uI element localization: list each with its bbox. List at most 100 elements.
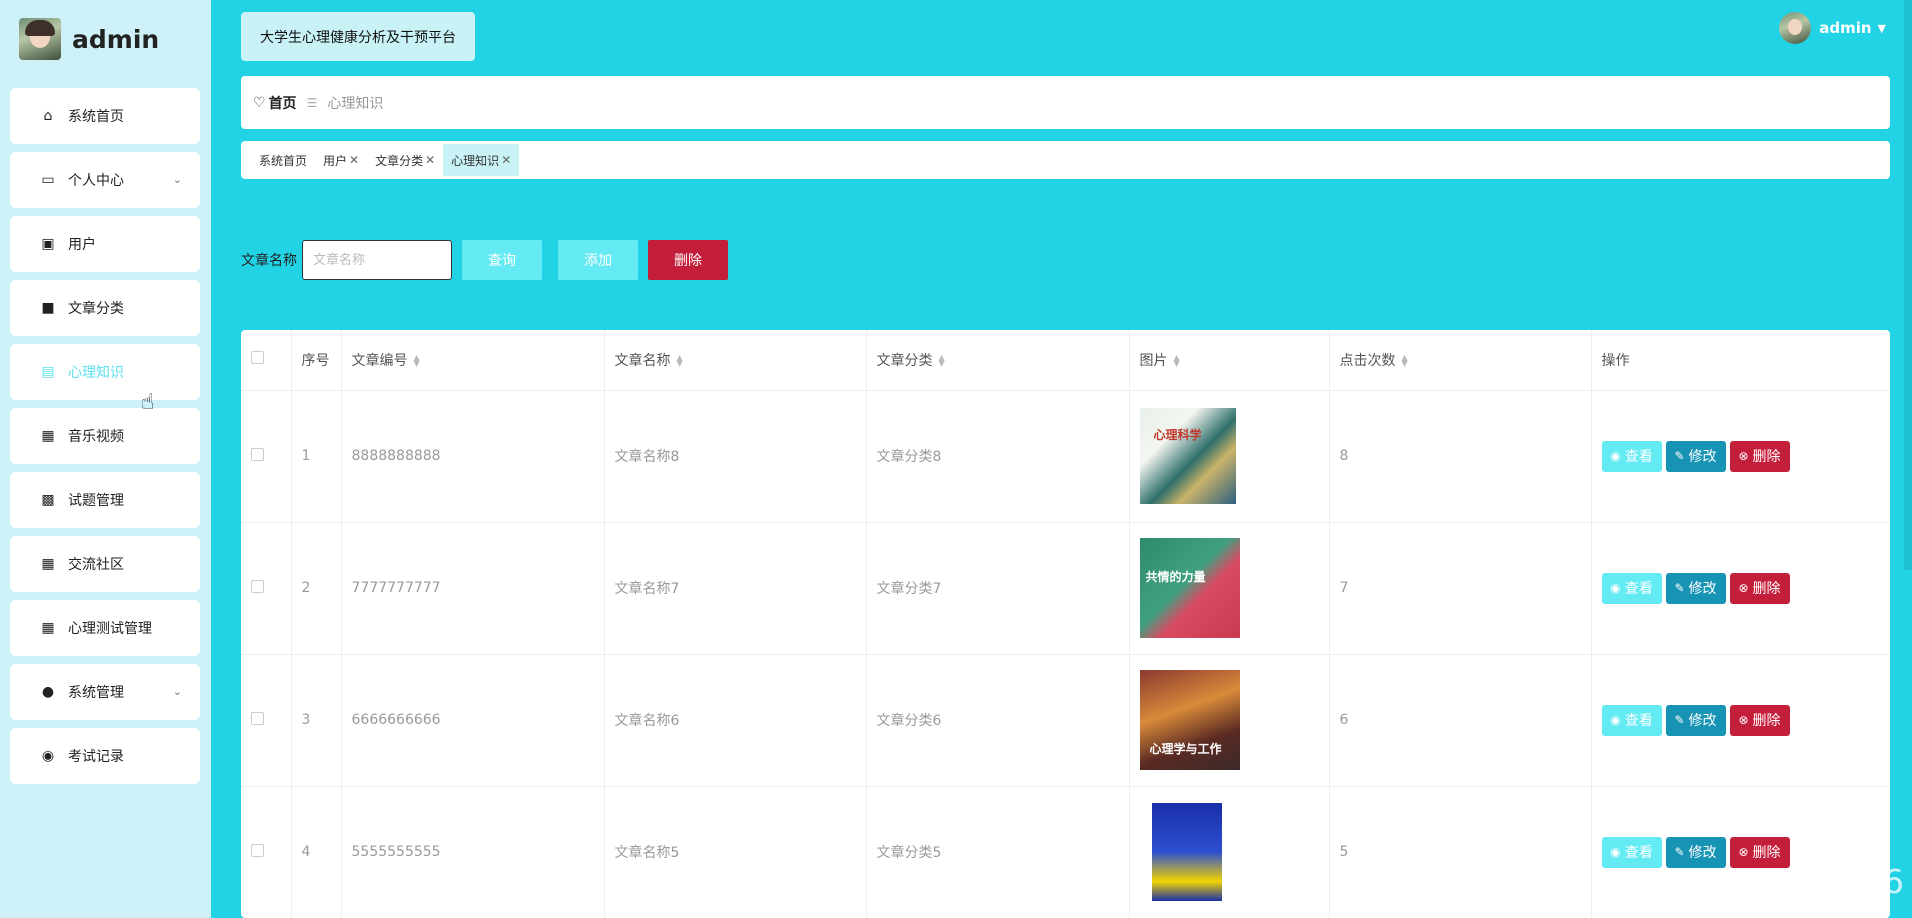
hand-cursor-icon: ☝	[141, 390, 155, 415]
tag-label: 心理知识	[451, 153, 500, 168]
cell-actions: ◉ 查看 ✎ 修改 ⊗ 删除	[1591, 522, 1890, 655]
user-menu[interactable]: admin ▼	[1779, 12, 1886, 44]
cell-category: 文章分类8	[866, 390, 1130, 523]
cell-image: 共情的力量	[1129, 522, 1330, 655]
search-input[interactable]	[302, 240, 452, 280]
row-select-cell	[241, 786, 292, 918]
cell-actions: ◉ 查看 ✎ 修改 ⊗ 删除	[1591, 654, 1890, 787]
column-header-clicks[interactable]: 点击次数 ▲ ▼	[1329, 330, 1592, 391]
cell-index: 4	[291, 786, 342, 918]
row-checkbox[interactable]	[251, 447, 264, 461]
sidebar-menu: ⌂ 系统首页 ▭ 个人中心 ⌄ ▣ 用户 ■ 文章分类 ▤ 心理知识 ▦ 音乐视…	[10, 88, 200, 792]
delete-row-button[interactable]: ⊗ 删除	[1729, 704, 1790, 736]
edit-button[interactable]: ✎ 修改	[1665, 704, 1726, 736]
cell-actions: ◉ 查看 ✎ 修改 ⊗ 删除	[1591, 390, 1890, 523]
tag-psychology-knowledge[interactable]: 心理知识 ✕	[443, 144, 520, 176]
sidebar-item-home[interactable]: ⌂ 系统首页	[10, 88, 200, 144]
breadcrumb-home[interactable]: ♡ 首页	[253, 93, 297, 113]
sidebar-item-system-management[interactable]: ● 系统管理 ⌄	[10, 664, 200, 720]
tag-users[interactable]: 用户 ✕	[315, 144, 367, 176]
delete-row-button[interactable]: ⊗ 删除	[1729, 572, 1790, 604]
sidebar-item-label: 考试记录	[68, 749, 124, 765]
sort-icon[interactable]: ▲ ▼	[1402, 353, 1408, 367]
add-button[interactable]: 添加	[558, 240, 638, 280]
query-button[interactable]: 查询	[462, 240, 542, 280]
sidebar-item-label: 音乐视频	[68, 429, 124, 445]
cell-code: 8888888888	[341, 390, 605, 523]
view-button[interactable]: ◉ 查看	[1601, 704, 1662, 736]
close-icon[interactable]: ✕	[501, 153, 511, 167]
row-checkbox[interactable]	[251, 579, 264, 593]
table-header-row: 序号 文章编号 ▲ ▼ 文章名称 ▲ ▼ 文章分类 ▲ ▼ 图片 ▲ ▼ 点击次数 ▲ ▼ 操作	[241, 330, 1890, 391]
cell-category: 文章分类7	[866, 522, 1130, 655]
sidebar-item-label: 系统管理	[68, 685, 124, 701]
cell-clicks: 8	[1329, 390, 1592, 523]
sidebar-item-music-video[interactable]: ▦ 音乐视频	[10, 408, 200, 464]
row-checkbox[interactable]	[251, 843, 264, 857]
sidebar-item-question-management[interactable]: ▩ 试题管理	[10, 472, 200, 528]
column-header-image[interactable]: 图片 ▲ ▼	[1129, 330, 1330, 391]
tag-article-category[interactable]: 文章分类 ✕	[367, 144, 443, 176]
cell-name: 文章名称5	[604, 786, 867, 918]
sidebar-item-personal-center[interactable]: ▭ 个人中心 ⌄	[10, 152, 200, 208]
sidebar-item-exam-records[interactable]: ◉ 考试记录	[10, 728, 200, 784]
brand: admin	[19, 17, 159, 61]
cell-name: 文章名称6	[604, 654, 867, 787]
sort-icon[interactable]: ▲ ▼	[677, 353, 683, 367]
delete-row-button[interactable]: ⊗ 删除	[1729, 440, 1790, 472]
sidebar-item-label: 心理知识	[68, 365, 124, 381]
column-header-label: 文章名称	[614, 352, 671, 369]
tag-label: 用户	[323, 153, 348, 168]
chevron-down-icon: ⌄	[172, 173, 182, 186]
delete-button[interactable]: 删除	[648, 240, 728, 280]
system-title: 大学生心理健康分析及干预平台	[241, 12, 475, 61]
sidebar-item-psychology-knowledge[interactable]: ▤ 心理知识	[10, 344, 200, 400]
sort-icon[interactable]: ▲ ▼	[414, 353, 420, 367]
column-header-actions: 操作	[1591, 330, 1890, 391]
edit-button[interactable]: ✎ 修改	[1665, 440, 1726, 472]
close-icon[interactable]: ✕	[425, 153, 435, 167]
breadcrumb-current: 心理知识	[327, 95, 384, 112]
book-cover-image	[1151, 803, 1222, 901]
row-checkbox[interactable]	[251, 711, 264, 725]
home-icon: ⌂	[43, 108, 53, 124]
sort-icon[interactable]: ▲ ▼	[939, 353, 945, 367]
breadcrumb-home-label: 首页	[268, 95, 297, 112]
book-cover-image: 共情的力量	[1139, 538, 1240, 638]
cell-index: 1	[291, 390, 342, 523]
search-label: 文章名称	[241, 253, 297, 269]
close-icon[interactable]: ✕	[349, 153, 359, 167]
row-select-cell	[241, 522, 292, 655]
select-all-cell	[241, 330, 292, 391]
view-label: 查看	[1624, 581, 1653, 597]
column-header-category[interactable]: 文章分类 ▲ ▼	[866, 330, 1130, 391]
sort-icon[interactable]: ▲ ▼	[1174, 353, 1180, 367]
breadcrumb: ♡ 首页 ☰ 心理知识	[241, 76, 1890, 129]
eye-icon: ◉	[1610, 449, 1621, 463]
sidebar-item-label: 试题管理	[68, 493, 124, 509]
heart-icon: ♡	[253, 94, 266, 111]
tag-home[interactable]: 系统首页	[251, 144, 315, 176]
watermark: CSDN @QQ_1795806396	[1488, 862, 1904, 901]
cell-image: 心理学与工作	[1129, 654, 1330, 787]
delete-label: 删除	[1752, 845, 1781, 861]
card-icon: ▭	[41, 172, 55, 188]
circle-x-icon: ⊗	[1738, 581, 1749, 595]
sidebar-item-psych-test-management[interactable]: ▦ 心理测试管理	[10, 600, 200, 656]
vertical-scrollbar[interactable]	[1904, 0, 1912, 570]
select-all-checkbox[interactable]	[251, 351, 264, 365]
cell-name: 文章名称8	[604, 390, 867, 523]
edit-button[interactable]: ✎ 修改	[1665, 572, 1726, 604]
view-button[interactable]: ◉ 查看	[1601, 572, 1662, 604]
view-button[interactable]: ◉ 查看	[1601, 440, 1662, 472]
breadcrumb-separator-icon: ☰	[306, 95, 318, 110]
sidebar-item-article-category[interactable]: ■ 文章分类	[10, 280, 200, 336]
sidebar-item-community[interactable]: ▦ 交流社区	[10, 536, 200, 592]
circle-x-icon: ⊗	[1738, 449, 1749, 463]
sidebar-item-users[interactable]: ▣ 用户	[10, 216, 200, 272]
cell-image	[1129, 786, 1330, 918]
tag-label: 系统首页	[259, 153, 308, 168]
column-header-name[interactable]: 文章名称 ▲ ▼	[604, 330, 867, 391]
column-header-code[interactable]: 文章编号 ▲ ▼	[341, 330, 605, 391]
chevron-down-icon: ⌄	[172, 685, 182, 698]
